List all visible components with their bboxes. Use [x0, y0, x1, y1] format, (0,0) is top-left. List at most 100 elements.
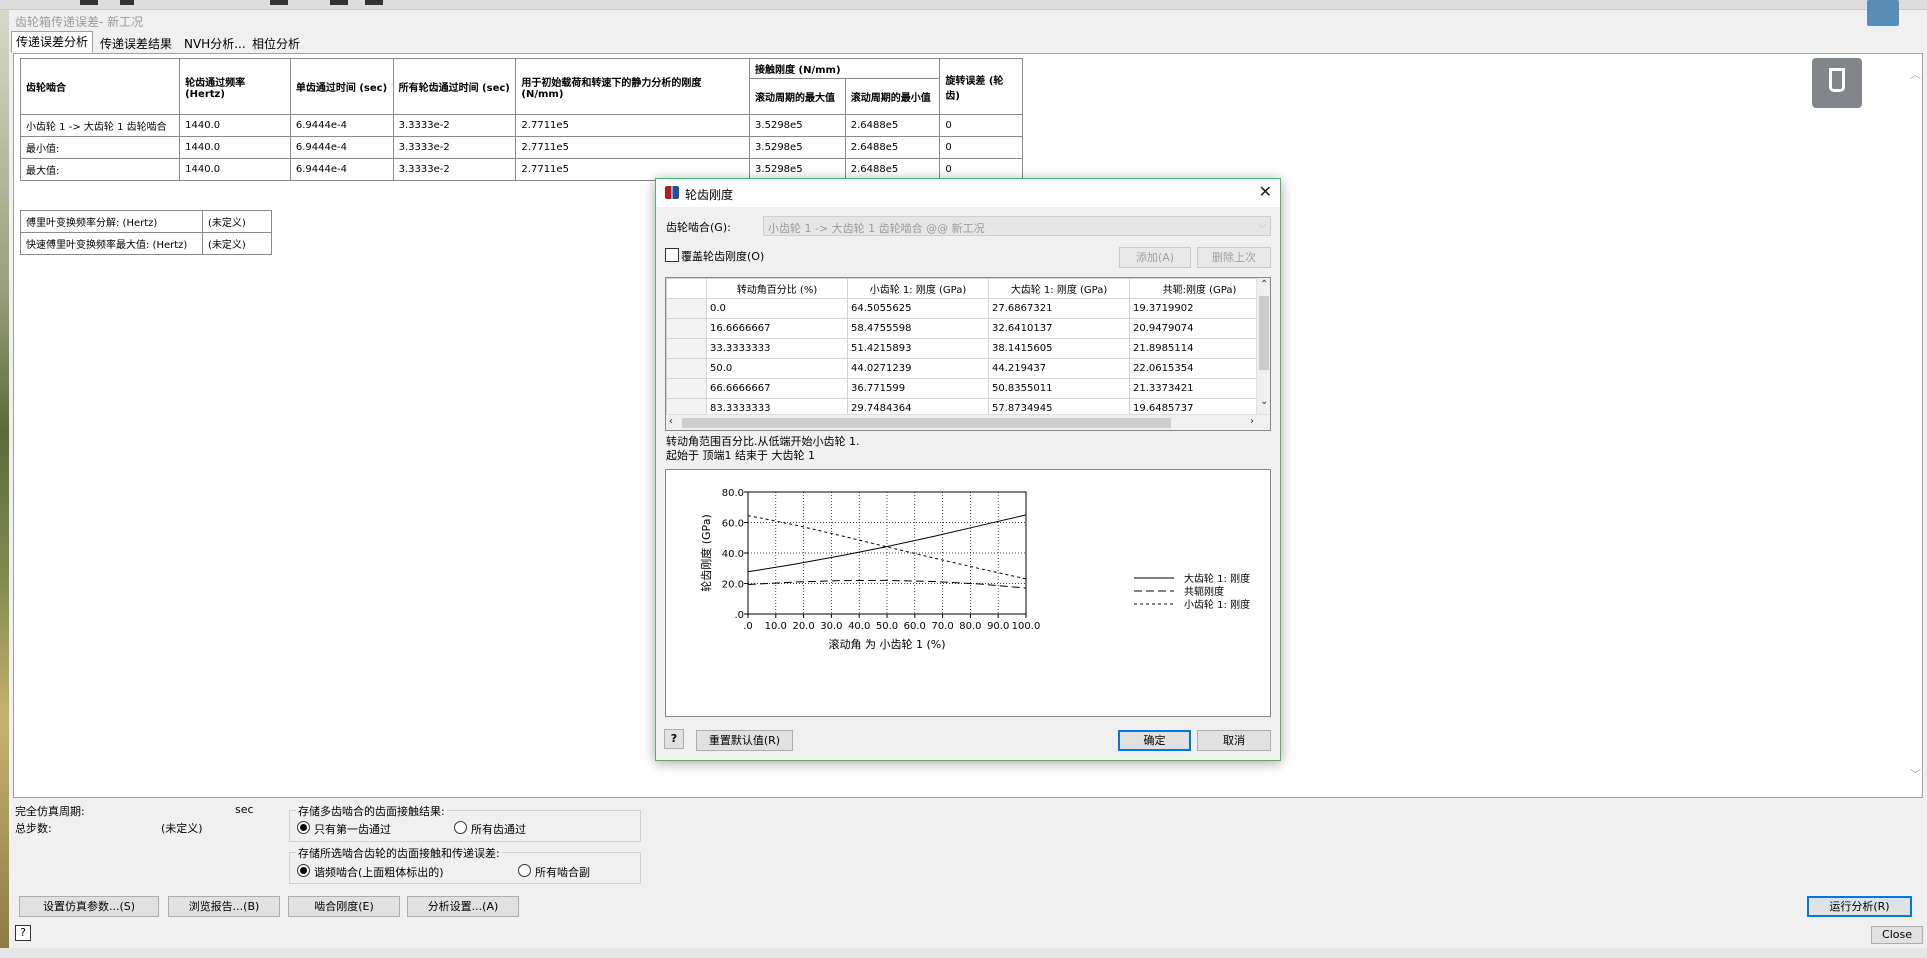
grid-horizontal-scrollbar[interactable]: ‹ ›	[666, 414, 1270, 430]
tab-phase-analysis[interactable]: 相位分析	[247, 33, 305, 51]
cell[interactable]: 22.0615354	[1129, 358, 1270, 379]
table-row[interactable]: 最小值: 1440.0 6.9444e-4 3.3333e-2 2.7711e5…	[19, 136, 1023, 159]
cell[interactable]: 58.4755598	[847, 318, 989, 339]
cell[interactable]: 36.771599	[847, 378, 989, 399]
row-header[interactable]	[666, 338, 707, 359]
row-header[interactable]	[666, 378, 707, 399]
gear-mesh-select[interactable]: 小齿轮 1 -> 大齿轮 1 齿轮啮合 @@ 新工况 ⌵	[763, 216, 1271, 236]
run-analysis-button[interactable]: 运行分析(R)	[1807, 896, 1912, 917]
table-row[interactable]: 快速傅里叶变换频率最大值: (Hertz) (未定义)	[20, 232, 272, 255]
radio-harmonic-mesh[interactable]: 谐频啮合(上面粗体标出的)	[297, 864, 444, 880]
cell[interactable]: 38.1415605	[988, 338, 1130, 359]
chevron-up-icon[interactable]: ⌃	[1260, 279, 1268, 290]
stiffness-data-grid[interactable]: 转动角百分比 (%) 小齿轮 1: 刚度 (GPa) 大齿轮 1: 刚度 (GP…	[665, 277, 1271, 431]
cell[interactable]: 64.5055625	[847, 298, 989, 319]
cell: 0	[939, 114, 1023, 137]
chevron-up-icon[interactable]: ︿	[1910, 66, 1921, 82]
row-header[interactable]	[666, 358, 707, 379]
cancel-button[interactable]: 取消	[1197, 730, 1271, 751]
cell[interactable]: 50.0	[706, 358, 848, 379]
table-row[interactable]: 66.6666667 36.771599 50.8355011 21.3373421	[666, 378, 1270, 399]
analysis-settings-button[interactable]: 分析设置...(A)	[407, 896, 519, 917]
close-icon[interactable]: ✕	[1259, 182, 1272, 201]
mesh-stiffness-button[interactable]: 啮合刚度(E)	[288, 896, 400, 917]
cell: (未定义)	[202, 210, 272, 233]
cell[interactable]: 51.4215893	[847, 338, 989, 359]
cell[interactable]: 21.8985114	[1129, 338, 1270, 359]
chevron-down-icon[interactable]: ⌄	[1260, 396, 1268, 407]
cell[interactable]: 19.3719902	[1129, 298, 1270, 319]
cell: 2.6488e5	[844, 114, 941, 137]
table-row[interactable]: 50.0 44.0271239 44.219437 22.0615354	[666, 358, 1270, 379]
tab-nvh-analysis[interactable]: NVH分析...	[179, 33, 251, 51]
cell: 小齿轮 1 -> 大齿轮 1 齿轮啮合	[19, 114, 181, 137]
cell[interactable]: 44.219437	[988, 358, 1130, 379]
usb-device-icon[interactable]	[1812, 58, 1862, 108]
cell[interactable]: 16.6666667	[706, 318, 848, 339]
y-tick-label: 80.0	[722, 488, 744, 499]
selected-mesh-group-title: 存储所选啮合齿轮的齿面接触和传递误差:	[296, 845, 502, 861]
delete-last-button[interactable]: 删除上次	[1197, 247, 1271, 268]
toolbar-icon[interactable]	[120, 0, 134, 5]
mesh-summary-table: 齿轮啮合 轮齿通过频率 (Hertz) 单齿通过时间 (sec) 所有轮齿通过时…	[19, 58, 1023, 181]
table-row[interactable]: 33.3333333 51.4215893 38.1415605 21.8985114	[666, 338, 1270, 359]
add-button[interactable]: 添加(A)	[1119, 247, 1191, 268]
row-header[interactable]	[666, 318, 707, 339]
radio-all-teeth[interactable]: 所有齿通过	[454, 821, 526, 837]
cell[interactable]: 21.3373421	[1129, 378, 1270, 399]
cell[interactable]: 44.0271239	[847, 358, 989, 379]
x-tick-label: .0	[743, 621, 753, 632]
table-row[interactable]: 0.0 64.5055625 27.6867321 19.3719902	[666, 298, 1270, 319]
col-header: 转动角百分比 (%)	[706, 278, 848, 299]
toolbar-icon[interactable]	[330, 0, 348, 5]
cell: 3.3333e-2	[392, 136, 517, 159]
series-line	[747, 579, 1027, 589]
chevron-right-icon[interactable]: ›	[1250, 416, 1254, 427]
tab-transmission-error-analysis[interactable]: 传递误差分析	[11, 31, 94, 53]
cell[interactable]: 0.0	[706, 298, 848, 319]
cell[interactable]: 66.6666667	[706, 378, 848, 399]
x-axis-label: 滚动角 为 小齿轮 1 (%)	[828, 637, 945, 651]
override-stiffness-checkbox[interactable]: 覆盖轮齿刚度(O)	[665, 248, 764, 264]
header-static-stiffness: 用于初始载荷和转速下的静力分析的刚度 (N/mm)	[515, 58, 751, 115]
cell[interactable]: 33.3333333	[706, 338, 848, 359]
radio-all-meshes[interactable]: 所有啮合副	[518, 864, 590, 880]
col-header: 共轭:刚度 (GPa)	[1129, 278, 1270, 299]
row-header[interactable]	[666, 298, 707, 319]
cell[interactable]: 50.8355011	[988, 378, 1130, 399]
gear-mesh-select-value: 小齿轮 1 -> 大齿轮 1 齿轮啮合 @@ 新工况	[768, 222, 985, 235]
close-button[interactable]: Close	[1871, 926, 1923, 944]
browse-report-button[interactable]: 浏览报告...(B)	[168, 896, 280, 917]
cell: 6.9444e-4	[289, 136, 394, 159]
grid-vertical-scrollbar[interactable]: ⌃ ⌄	[1256, 278, 1270, 414]
x-tick-label: 70.0	[931, 621, 953, 632]
table-row[interactable]: 小齿轮 1 -> 大齿轮 1 齿轮啮合 1440.0 6.9444e-4 3.3…	[19, 114, 1023, 137]
chevron-left-icon[interactable]: ‹	[669, 416, 673, 427]
scrollbar-thumb[interactable]	[1259, 296, 1269, 370]
toolbar-icon[interactable]	[80, 0, 98, 5]
set-sim-params-button[interactable]: 设置仿真参数...(S)	[19, 896, 159, 917]
col-header: 小齿轮 1: 刚度 (GPa)	[847, 278, 989, 299]
header-all-teeth-time: 所有轮齿通过时间 (sec)	[392, 58, 517, 115]
y-tick-label: 60.0	[722, 519, 744, 530]
help-icon[interactable]: ?	[664, 729, 684, 749]
cell[interactable]: 27.6867321	[988, 298, 1130, 319]
help-icon[interactable]: ?	[15, 925, 31, 941]
content-scrollbar[interactable]: ︿ ﹀	[1908, 54, 1922, 797]
cell[interactable]: 20.9479074	[1129, 318, 1270, 339]
reset-defaults-button[interactable]: 重置默认值(R)	[696, 730, 793, 751]
table-row[interactable]: 16.6666667 58.4755598 32.6410137 20.9479074	[666, 318, 1270, 339]
tooth-stiffness-dialog: 轮齿刚度 ✕ 齿轮啮合(G): 小齿轮 1 -> 大齿轮 1 齿轮啮合 @@ 新…	[655, 178, 1281, 761]
scrollbar-thumb[interactable]	[682, 418, 1171, 428]
ok-button[interactable]: 确定	[1118, 730, 1191, 751]
chevron-down-icon[interactable]: ﹀	[1910, 766, 1921, 782]
cell: 1440.0	[179, 136, 291, 159]
tab-transmission-error-results[interactable]: 传递误差结果	[95, 33, 177, 51]
table-row[interactable]: 傅里叶变换频率分解: (Hertz) (未定义)	[20, 210, 272, 233]
toolbar-icon[interactable]	[365, 0, 383, 5]
radio-first-tooth-only[interactable]: 只有第一齿通过	[297, 821, 391, 837]
toolbar-icon[interactable]	[270, 0, 288, 5]
y-tick-label: 40.0	[722, 549, 744, 560]
cell[interactable]: 32.6410137	[988, 318, 1130, 339]
total-steps-value: (未定义)	[161, 822, 203, 835]
